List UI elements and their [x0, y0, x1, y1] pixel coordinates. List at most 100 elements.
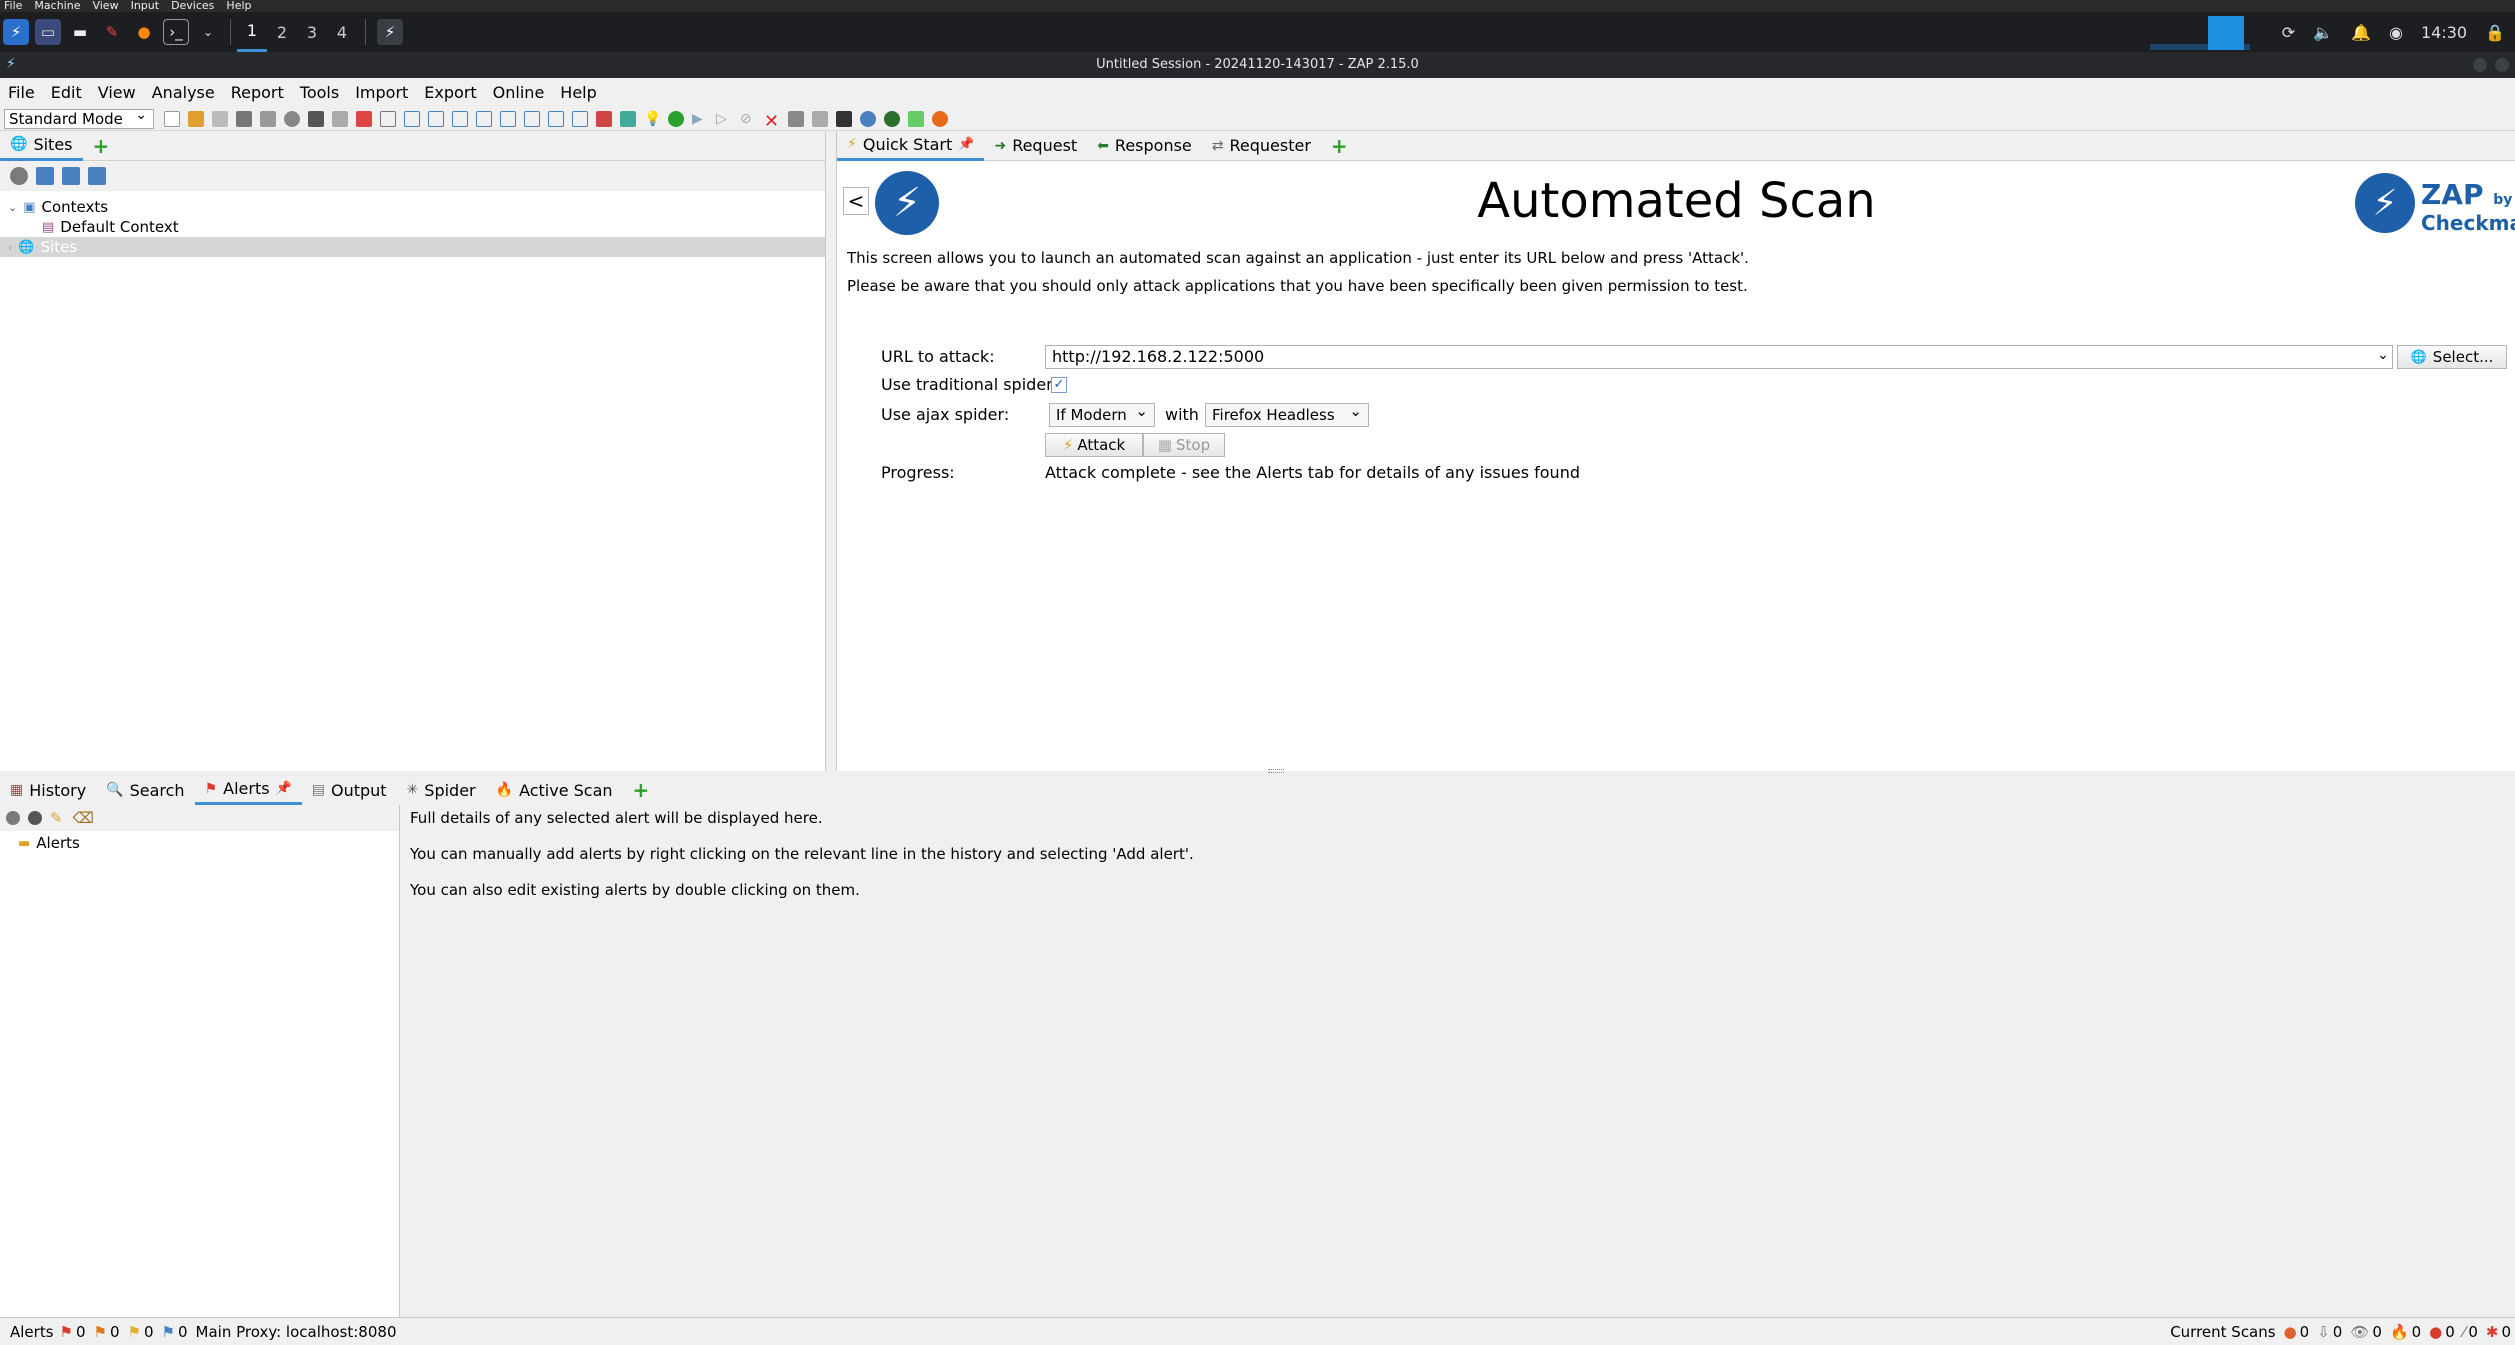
export-icon[interactable]: [260, 110, 276, 127]
expand-icon[interactable]: [548, 110, 564, 127]
vm-menu-machine[interactable]: Machine: [34, 0, 80, 12]
remove-icon[interactable]: [356, 110, 372, 127]
collapse-icon[interactable]: [572, 110, 588, 127]
tab-spider[interactable]: ✳ Spider: [397, 775, 486, 805]
firefox-launch-icon[interactable]: [932, 110, 948, 127]
import-context-icon[interactable]: [62, 167, 80, 185]
tree-default-context[interactable]: ▤ Default Context: [0, 217, 825, 237]
link-icon[interactable]: [28, 811, 42, 825]
close-icon[interactable]: ✕: [764, 111, 780, 132]
url-input[interactable]: http://192.168.2.122:5000: [1045, 345, 2393, 369]
new-session-icon[interactable]: [164, 110, 180, 127]
session-props-icon[interactable]: [308, 110, 324, 127]
tab-active-scan[interactable]: 🔥 Active Scan: [486, 775, 623, 805]
vm-menu-file[interactable]: File: [4, 0, 22, 12]
add-ons-icon[interactable]: [620, 110, 636, 127]
close-button[interactable]: [2495, 58, 2509, 72]
target-icon[interactable]: [6, 811, 20, 825]
tree-contexts[interactable]: ⌄ ▣ Contexts: [0, 197, 825, 217]
chevron-right-icon[interactable]: ›: [8, 241, 12, 254]
power-status-icon[interactable]: ◉: [2389, 23, 2403, 42]
workspace-3[interactable]: 3: [297, 12, 327, 52]
tab-quick-start[interactable]: ⚡ Quick Start 📌: [837, 131, 985, 161]
layout-tabs-icon[interactable]: [404, 110, 420, 127]
add-tab-button[interactable]: +: [1321, 134, 1358, 158]
tab-search[interactable]: 🔍 Search: [96, 775, 194, 805]
bell-icon[interactable]: 🔔: [2351, 23, 2371, 42]
broom-icon[interactable]: ⌫: [73, 809, 94, 827]
tab-output[interactable]: ▤ Output: [302, 775, 397, 805]
console-icon[interactable]: [836, 110, 852, 127]
volume-icon[interactable]: 🔈: [2313, 23, 2333, 42]
menu-tools[interactable]: Tools: [292, 79, 347, 107]
tab-response[interactable]: ⬅ Response: [1087, 131, 1202, 161]
attack-button[interactable]: ⚡ Attack: [1045, 433, 1143, 457]
pin-tabs-icon[interactable]: [500, 110, 516, 127]
mode-select[interactable]: Standard Mode: [4, 106, 154, 129]
menu-analyse[interactable]: Analyse: [144, 79, 223, 107]
refresh-icon[interactable]: ⟳: [2282, 23, 2295, 42]
vm-menu-devices[interactable]: Devices: [171, 0, 214, 12]
ajax-mode-select[interactable]: If Modern: [1049, 400, 1155, 427]
menu-edit[interactable]: Edit: [43, 79, 90, 107]
traditional-spider-checkbox[interactable]: ✓: [1051, 377, 1067, 393]
chevron-down-icon[interactable]: ⌄: [8, 201, 17, 214]
text-editor-icon[interactable]: ✎: [99, 19, 125, 45]
tab-history[interactable]: ▦ History: [0, 775, 96, 805]
breakpoint-icon[interactable]: [668, 110, 684, 127]
menu-file[interactable]: File: [0, 79, 43, 107]
zap-window-icon[interactable]: ⚡: [377, 19, 403, 45]
pin-icon[interactable]: 📌: [958, 137, 974, 152]
chevron-down-icon[interactable]: ⌄: [195, 19, 221, 45]
scan-policy-icon[interactable]: [596, 110, 612, 127]
drop-icon[interactable]: ⊘: [740, 111, 756, 127]
workspace-1[interactable]: 1: [237, 12, 267, 52]
clock[interactable]: 14:30: [2421, 23, 2467, 42]
workspace-2[interactable]: 2: [267, 12, 297, 52]
tab-requester[interactable]: ⇄ Requester: [1202, 131, 1321, 161]
open-session-icon[interactable]: [188, 110, 204, 127]
alerts-root[interactable]: ▬ Alerts: [0, 833, 399, 853]
show-tabs-icon[interactable]: [476, 110, 492, 127]
chevron-down-icon[interactable]: ⌄: [2373, 347, 2393, 367]
export-context-icon[interactable]: [88, 167, 106, 185]
pin-icon[interactable]: 📌: [276, 781, 292, 796]
step-icon[interactable]: ▶: [692, 111, 708, 127]
continue-icon[interactable]: ▷: [716, 111, 732, 127]
menu-import[interactable]: Import: [347, 79, 416, 107]
add-tab-button[interactable]: +: [83, 134, 120, 158]
menu-export[interactable]: Export: [416, 79, 484, 107]
maximize-button[interactable]: [2473, 58, 2487, 72]
tab-names-icon[interactable]: [524, 110, 540, 127]
target-icon[interactable]: [10, 167, 28, 185]
save-session-icon[interactable]: [212, 110, 228, 127]
layout-bottom-icon[interactable]: [452, 110, 468, 127]
notes-icon[interactable]: [908, 110, 924, 127]
desktop-icon[interactable]: ▭: [35, 19, 61, 45]
help-icon[interactable]: [860, 110, 876, 127]
lock-icon[interactable]: 🔒: [2485, 23, 2505, 42]
vm-menu-input[interactable]: Input: [131, 0, 159, 12]
firefox-icon[interactable]: ●: [131, 19, 157, 45]
snapshot-icon[interactable]: [236, 110, 252, 127]
terminal-icon[interactable]: ›_: [163, 19, 189, 45]
layout-side-icon[interactable]: [428, 110, 444, 127]
splitter-handle[interactable]: [1268, 769, 1284, 773]
layout-full-icon[interactable]: [380, 110, 396, 127]
menu-online[interactable]: Online: [485, 79, 553, 107]
tab-request[interactable]: ➜ Request: [984, 131, 1087, 161]
tab-sites[interactable]: 🌐 Sites: [0, 131, 83, 161]
vm-menu-help[interactable]: Help: [226, 0, 251, 12]
browser-select[interactable]: Firefox Headless: [1205, 400, 1369, 427]
filter-icon[interactable]: [332, 110, 348, 127]
vm-menu-view[interactable]: View: [92, 0, 118, 12]
file-manager-icon[interactable]: ▬: [67, 19, 93, 45]
select-button[interactable]: 🌐 Select...: [2397, 345, 2507, 369]
edit-icon[interactable]: ✎: [50, 809, 63, 827]
lightbulb-icon[interactable]: 💡: [644, 111, 661, 127]
hud-icon[interactable]: [884, 110, 900, 127]
stop-button[interactable]: ▦ Stop: [1143, 433, 1225, 457]
menu-view[interactable]: View: [90, 79, 144, 107]
menu-report[interactable]: Report: [223, 79, 292, 107]
workspace-4[interactable]: 4: [327, 12, 357, 52]
